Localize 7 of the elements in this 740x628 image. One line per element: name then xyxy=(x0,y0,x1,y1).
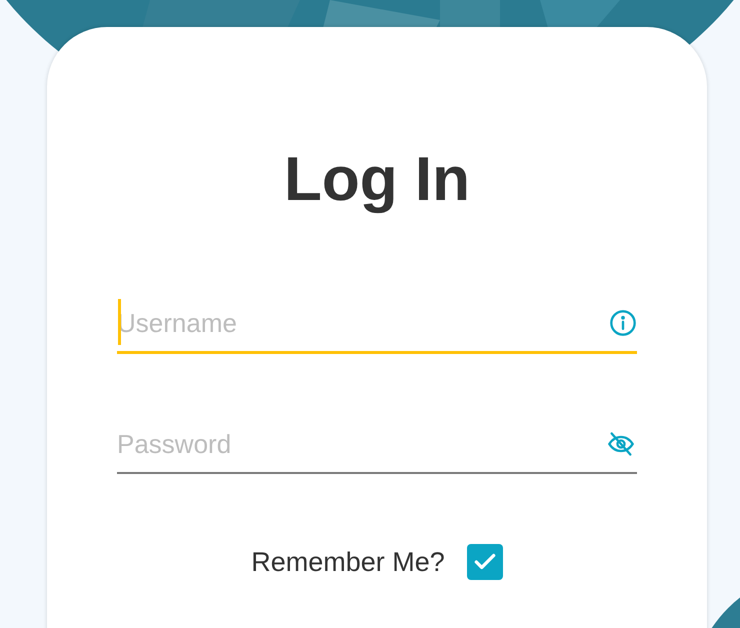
text-cursor xyxy=(118,299,121,345)
remember-me-checkbox[interactable] xyxy=(466,544,503,580)
remember-me-label: Remember Me? xyxy=(251,546,445,579)
password-field[interactable]: Password xyxy=(117,424,605,464)
page-title: Log In xyxy=(284,145,470,215)
eye-slash-icon[interactable] xyxy=(605,430,637,458)
info-icon[interactable] xyxy=(609,309,637,337)
